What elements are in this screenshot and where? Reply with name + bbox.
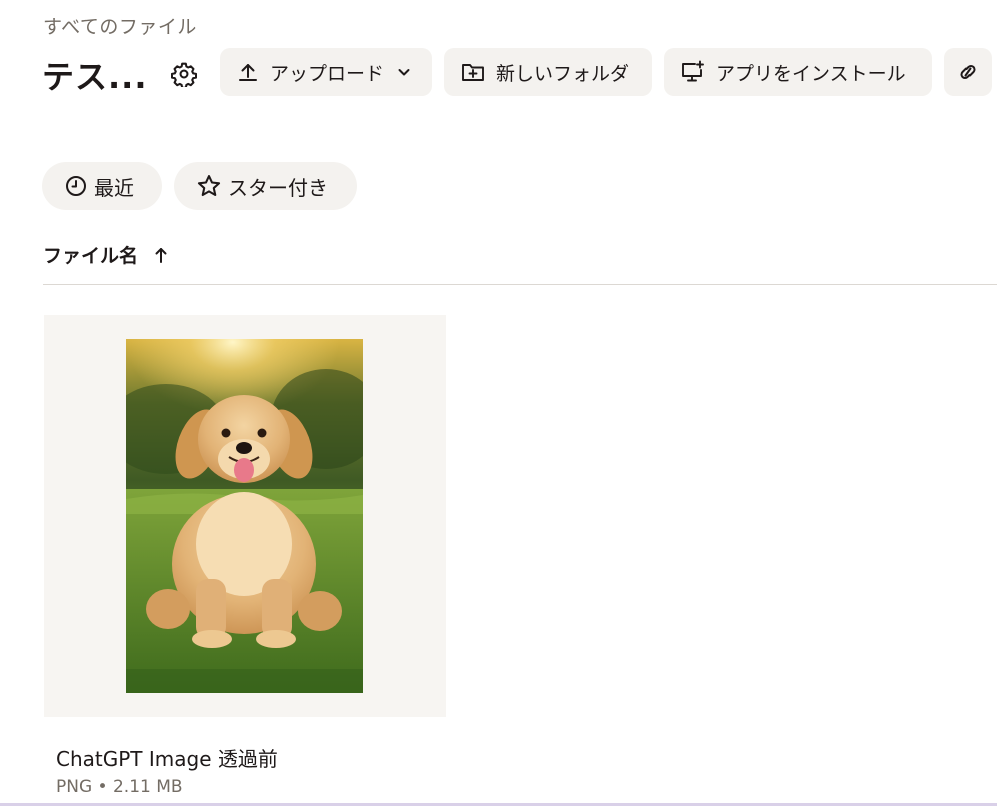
file-name[interactable]: ChatGPT Image 透過前 [56,743,278,772]
filter-starred-chip[interactable]: スター付き [174,162,357,210]
golden-retriever-thumbnail [126,339,363,693]
new-folder-button[interactable]: 新しいフォルダ [444,48,652,96]
monitor-plus-icon [682,60,704,82]
folder-settings-button[interactable] [168,58,200,90]
file-browser-page: すべてのファイル テス... アップロード 新しいフォルダ アプリをインストール [0,0,997,806]
file-meta: PNG • 2.11 MB [56,777,183,797]
list-header-divider [43,284,997,285]
gear-icon [171,62,197,87]
link-icon [960,64,976,80]
star-icon [197,175,221,197]
new-folder-button-label: 新しいフォルダ [496,62,630,85]
upload-button[interactable]: アップロード [220,48,432,96]
folder-plus-icon [462,64,484,81]
install-app-button-label: アプリをインストール [716,62,906,85]
page-title: テス... [42,58,148,96]
sort-column-label: ファイル名 [43,245,139,267]
filter-recent-chip[interactable]: 最近 [42,162,162,210]
filter-starred-label: スター付き [228,175,328,200]
upload-arrow-icon [239,64,257,81]
chevron-down-icon [398,69,410,76]
install-app-button[interactable]: アプリをインストール [664,48,932,96]
upload-button-label: アップロード [270,62,385,85]
filter-recent-label: 最近 [94,175,134,200]
sort-by-filename-header[interactable]: ファイル名 [43,241,168,268]
arrow-up-icon [155,247,167,263]
copy-link-button[interactable] [944,48,992,96]
clock-icon [66,176,86,196]
breadcrumb[interactable]: すべてのファイル [43,12,197,39]
file-card[interactable]: ChatGPT Image 透過前 PNG • 2.11 MB [44,315,446,806]
